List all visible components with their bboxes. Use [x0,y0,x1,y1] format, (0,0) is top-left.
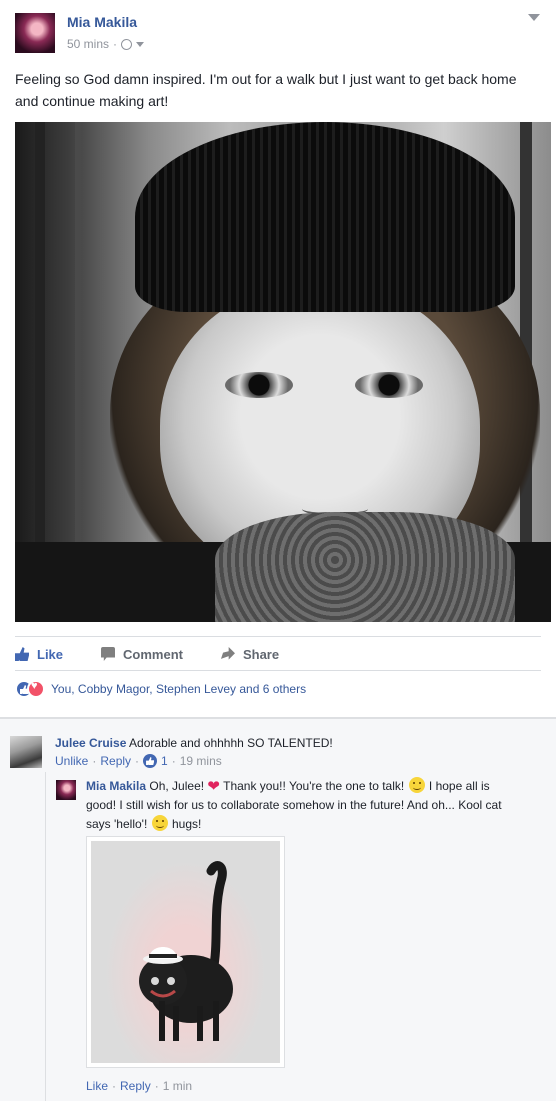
post-text: Feeling so God damn inspired. I'm out fo… [15,71,517,109]
cat-sculpture-image [91,841,280,1063]
divider [15,670,541,671]
post-actions: Like Comment Share [15,642,317,666]
photo-eye [355,372,423,398]
post-time[interactable]: 50 mins [67,37,109,51]
photo-eye [225,372,293,398]
action-separator: · [154,1079,159,1093]
reply-actions: Like · Reply · 1 min [86,1079,192,1093]
photo-scarf [215,512,515,622]
action-separator: · [171,754,176,768]
comment-icon [101,647,116,661]
reply-thread-line [45,772,46,1101]
share-label: Share [242,646,280,662]
comment-like-count[interactable]: 1 [161,754,168,768]
comment-time[interactable]: 19 mins [180,754,222,768]
divider [15,636,541,637]
action-separator: · [112,1079,117,1093]
comment-label: Comment [123,646,183,662]
reply-text-1: Oh, Julee! [149,779,205,793]
post-options-button[interactable] [528,14,542,24]
reply-text-4: hugs! [171,817,202,831]
share-button[interactable]: Share [220,646,280,662]
black-cat-figure [139,861,233,1041]
caret-down-icon[interactable] [136,41,145,47]
share-icon [220,647,235,660]
reactions-text[interactable]: You, Cobby Magor, Stephen Levey and 6 ot… [51,682,306,696]
love-reaction-icon [27,680,45,698]
like-button[interactable]: Like [15,647,63,662]
reply-author[interactable]: Mia Makila [86,779,146,793]
comment: Julee Cruise Adorable and ohhhhh SO TALE… [55,735,535,752]
reply-attachment-photo[interactable] [86,836,285,1068]
like-count-icon[interactable] [143,754,158,768]
post-card: Mia Makila 50 mins · Feeling so God damn… [0,0,556,718]
post-meta: 50 mins · [67,37,145,51]
smile-emoji [151,815,168,831]
comment-text: Adorable and ohhhhh SO TALENTED! [129,736,333,750]
comment-button[interactable]: Comment [101,647,183,662]
like-icon [15,647,29,661]
reply-comment: Mia Makila Oh, Julee! ❤ Thank you!! You'… [86,777,516,834]
reply-reply-link[interactable]: Reply [120,1079,151,1093]
reactions-summary[interactable]: You, Cobby Magor, Stephen Levey and 6 ot… [15,680,306,698]
heart-icon: ❤ [207,778,220,795]
smile-emoji [408,777,425,793]
reply-like-link[interactable]: Like [86,1079,108,1093]
like-label: Like [37,646,64,662]
meta-separator: · [113,37,118,51]
action-separator: · [135,754,140,768]
comment-actions: Unlike · Reply · 1 · 19 mins [55,754,222,768]
reply-author-avatar[interactable] [56,780,76,800]
reply-time[interactable]: 1 min [163,1079,192,1093]
reply-link[interactable]: Reply [100,754,131,768]
post-photo[interactable] [15,122,551,622]
action-separator: · [92,754,97,768]
comment-author[interactable]: Julee Cruise [55,736,126,750]
unlike-link[interactable]: Unlike [55,754,88,768]
photo-knit-hat [135,122,515,312]
reply-text-2: Thank you!! You're the one to talk! [223,779,405,793]
commenter-avatar[interactable] [10,736,42,768]
author-avatar[interactable] [15,13,55,53]
post-author[interactable]: Mia Makila [67,14,137,30]
globe-icon[interactable] [121,38,133,50]
